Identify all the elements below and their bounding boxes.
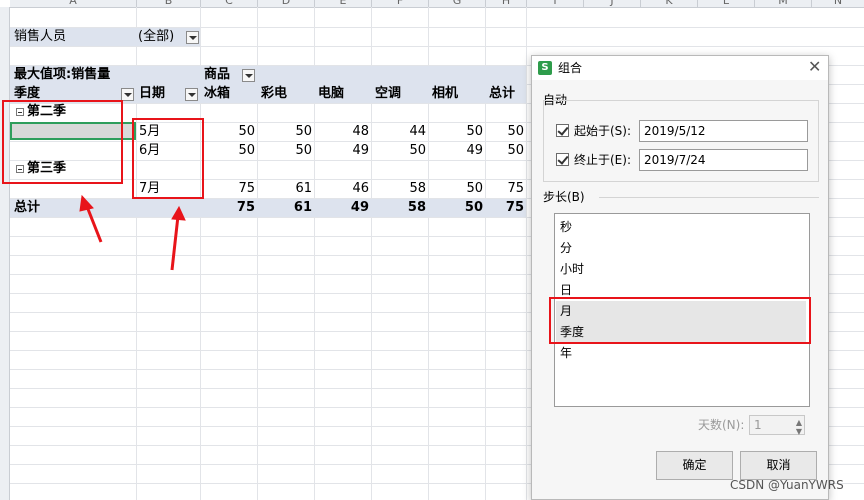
step-item-second[interactable]: 秒 <box>556 217 806 238</box>
annotation-box-step <box>549 297 811 344</box>
watermark: CSDN @YuanYWRS <box>730 478 844 492</box>
start-label: 起始于(S): <box>574 124 632 138</box>
step-item-hour[interactable]: 小时 <box>556 259 806 280</box>
spin-down-icon: ▼ <box>795 427 802 436</box>
end-label: 终止于(E): <box>574 153 631 167</box>
start-checkbox[interactable] <box>556 124 569 137</box>
step-divider <box>599 197 819 198</box>
dialog-title: 组合 <box>558 61 583 75</box>
step-item-minute[interactable]: 分 <box>556 238 806 259</box>
app-icon: S <box>538 61 552 75</box>
start-input[interactable]: 2019/5/12 <box>639 120 808 142</box>
days-stepper: 1 ▲ ▼ <box>749 415 805 436</box>
end-input[interactable]: 2019/7/24 <box>639 149 808 171</box>
days-label: 天数(N): <box>698 418 745 432</box>
step-label: 步长(B) <box>543 190 585 204</box>
group-dialog: S 组合 ✕ 自动 起始于(S): 2019/5/12 终止于(E): 2019… <box>531 55 829 500</box>
step-item-year[interactable]: 年 <box>556 343 806 364</box>
end-checkbox[interactable] <box>556 153 569 166</box>
ok-button[interactable]: 确定 <box>656 451 733 480</box>
cancel-button[interactable]: 取消 <box>740 451 817 480</box>
dialog-titlebar[interactable]: S 组合 ✕ <box>532 56 828 80</box>
close-icon[interactable]: ✕ <box>808 58 821 76</box>
